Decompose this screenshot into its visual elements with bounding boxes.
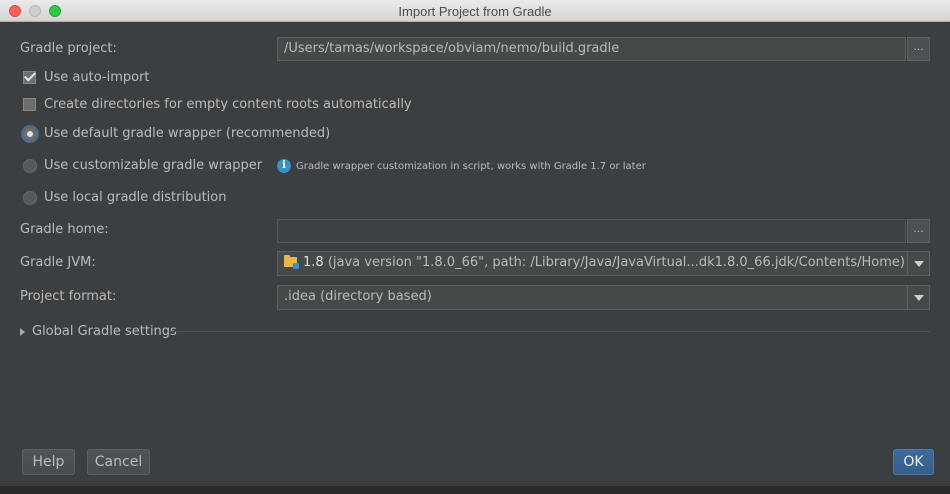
gradle-project-label: Gradle project: xyxy=(20,41,117,56)
gradle-home-label: Gradle home: xyxy=(20,222,109,237)
chevron-down-icon xyxy=(914,261,924,267)
project-format-dropdown-button[interactable] xyxy=(907,286,929,309)
customizable-wrapper-radio[interactable] xyxy=(23,158,37,173)
gradle-project-browse-button[interactable]: ... xyxy=(907,37,930,61)
project-format-label: Project format: xyxy=(20,289,117,304)
global-gradle-settings-toggle[interactable]: Global Gradle settings xyxy=(20,324,177,339)
window-titlebar: Import Project from Gradle xyxy=(0,0,950,22)
local-distribution-label: Use local gradle distribution xyxy=(44,190,227,205)
help-button[interactable]: Help xyxy=(22,449,75,475)
window-title: Import Project from Gradle xyxy=(398,4,552,19)
gradle-home-browse-button[interactable]: ... xyxy=(907,219,930,243)
local-distribution-option[interactable]: Use local gradle distribution xyxy=(23,190,226,205)
customizable-wrapper-label: Use customizable gradle wrapper xyxy=(44,158,263,173)
section-divider xyxy=(170,331,930,332)
customizable-wrapper-option[interactable]: Use customizable gradle wrapper xyxy=(23,158,262,173)
gradle-home-input[interactable] xyxy=(277,219,906,243)
wrapper-info-text: Gradle wrapper customization in script, … xyxy=(296,160,646,172)
gradle-jvm-dropdown-button[interactable] xyxy=(907,252,929,275)
global-gradle-settings-label: Global Gradle settings xyxy=(32,324,177,339)
gradle-jvm-select[interactable]: 1.8 (java version "1.8.0_66", path: /Lib… xyxy=(277,251,930,276)
local-distribution-radio[interactable] xyxy=(23,190,37,205)
gradle-project-input[interactable]: /Users/tamas/workspace/obviam/nemo/build… xyxy=(277,37,906,61)
ok-button[interactable]: OK xyxy=(893,449,934,475)
auto-import-checkbox[interactable] xyxy=(23,71,36,84)
auto-import-label: Use auto-import xyxy=(44,70,150,85)
project-format-select[interactable]: .idea (directory based) xyxy=(277,285,930,310)
wrapper-info: i Gradle wrapper customization in script… xyxy=(277,159,646,173)
background-editor-strip xyxy=(0,486,950,494)
default-wrapper-radio[interactable] xyxy=(23,126,37,141)
create-dirs-label: Create directories for empty content roo… xyxy=(44,97,412,112)
jdk-folder-icon xyxy=(284,255,299,269)
chevron-right-icon xyxy=(20,327,25,336)
project-format-value: .idea (directory based) xyxy=(284,289,432,304)
default-wrapper-label: Use default gradle wrapper (recommended) xyxy=(44,126,331,141)
create-dirs-checkbox[interactable] xyxy=(23,98,36,111)
auto-import-option[interactable]: Use auto-import xyxy=(23,70,150,85)
chevron-down-icon xyxy=(914,295,924,301)
gradle-jvm-label: Gradle JVM: xyxy=(20,255,96,270)
info-icon: i xyxy=(277,159,291,173)
default-wrapper-option[interactable]: Use default gradle wrapper (recommended) xyxy=(23,126,330,141)
create-dirs-option[interactable]: Create directories for empty content roo… xyxy=(23,97,412,112)
gradle-jvm-value: 1.8 (java version "1.8.0_66", path: /Lib… xyxy=(284,255,905,270)
gradle-jvm-detail: (java version "1.8.0_66", path: /Library… xyxy=(327,255,905,270)
cancel-button[interactable]: Cancel xyxy=(87,449,150,475)
gradle-jvm-version: 1.8 xyxy=(303,255,324,270)
